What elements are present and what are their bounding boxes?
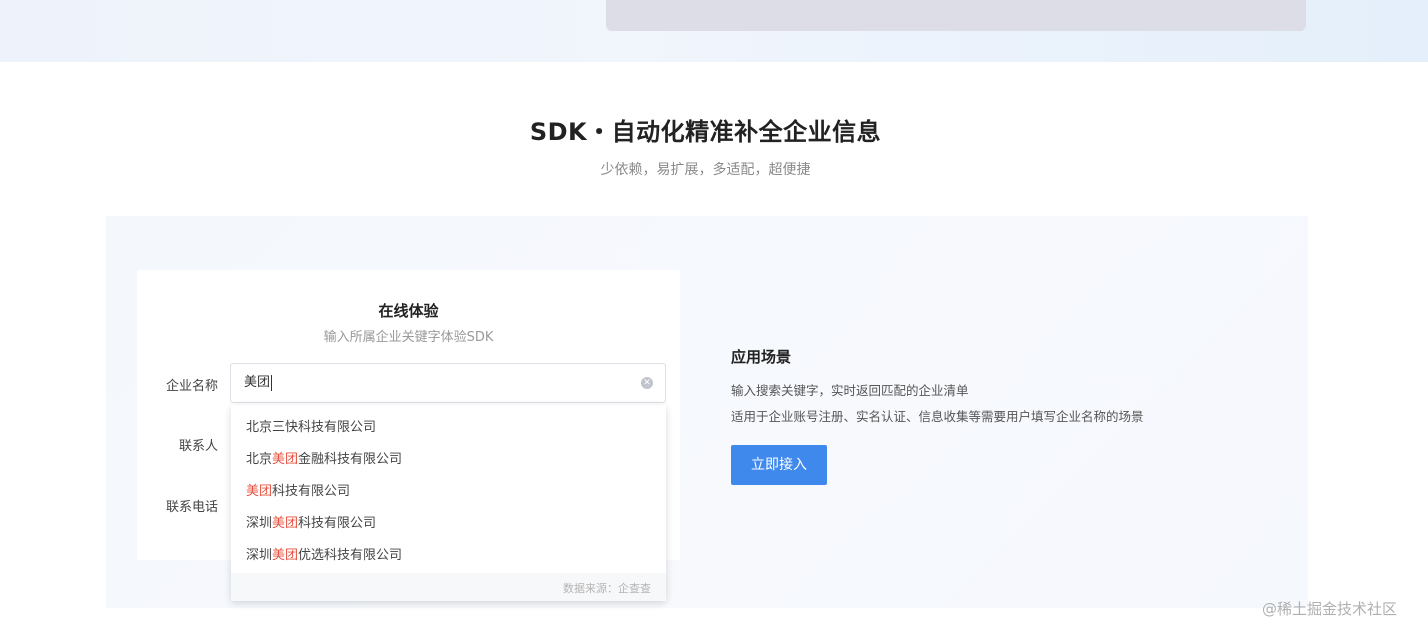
scenario-title: 应用场景 <box>731 348 792 366</box>
suggestion-item[interactable]: 深圳美团优选科技有限公司 <box>246 544 402 563</box>
access-now-button[interactable]: 立即接入 <box>731 445 827 485</box>
suggestion-dropdown: 北京三快科技有限公司 北京美团金融科技有限公司 美团科技有限公司 深圳美团科技有… <box>231 405 666 601</box>
demo-subtitle: 输入所属企业关键字体验SDK <box>323 330 494 345</box>
suggestion-item[interactable]: 北京三快科技有限公司 <box>246 416 376 435</box>
top-banner-card <box>606 0 1306 31</box>
company-name-label: 企业名称 <box>165 379 218 394</box>
data-source-note: 数据来源：企查查 <box>563 582 651 595</box>
text-caret <box>271 374 273 391</box>
close-circle-icon[interactable]: ✕ <box>641 377 653 389</box>
company-input-value: 美团 <box>244 375 271 390</box>
dropdown-footer: 数据来源：企查查 <box>231 573 666 601</box>
phone-label: 联系电话 <box>165 500 218 515</box>
company-name-input[interactable]: 美团 <box>230 363 666 403</box>
suggestion-item[interactable]: 深圳美团科技有限公司 <box>246 512 376 531</box>
scenario-description-1: 输入搜索关键字，实时返回匹配的企业清单 <box>731 383 969 398</box>
demo-title: 在线体验 <box>378 302 439 320</box>
watermark: @稀土掘金技术社区 <box>1262 600 1398 618</box>
suggestion-item[interactable]: 美团科技有限公司 <box>246 480 350 499</box>
contact-label: 联系人 <box>178 439 218 454</box>
section-title: SDK・自动化精准补全企业信息 <box>529 118 882 146</box>
suggestion-item[interactable]: 北京美团金融科技有限公司 <box>246 448 402 467</box>
scenario-description-2: 适用于企业账号注册、实名认证、信息收集等需要用户填写企业名称的场景 <box>731 409 1144 424</box>
section-subtitle: 少依赖，易扩展，多适配，超便捷 <box>600 162 811 178</box>
